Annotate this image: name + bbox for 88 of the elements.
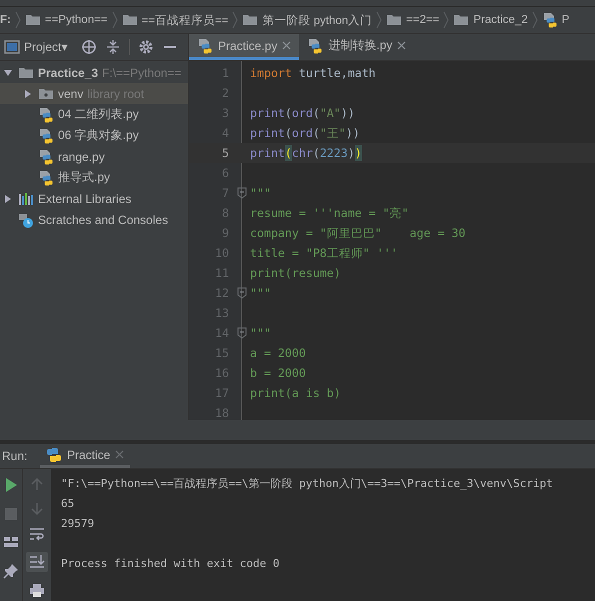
collapsed-arrow-icon[interactable] [3,194,13,204]
tree-item[interactable]: 04 二维列表.py [58,106,139,123]
chevron-icon [231,10,240,30]
code-line: """ [250,285,271,301]
breadcrumb-item[interactable]: ==百战程序员== [142,12,228,28]
python-file-icon [38,170,54,186]
code-line: a = 2000 [250,345,306,361]
tree-row[interactable]: range.py [0,146,188,167]
tree-item-hint: F:\==Python== [102,66,182,80]
pin-icon[interactable] [3,563,19,579]
code-line: print(resume) [250,265,341,281]
tree-row[interactable]: 06 字典对象.py [0,125,188,146]
editor-tab[interactable]: Practice.py [189,34,300,60]
tree-row[interactable]: 推导式.py [0,167,188,188]
breadcrumb-item[interactable]: ==Python== [44,14,108,26]
python-file-icon [197,38,213,54]
folder-icon [242,12,258,28]
breadcrumb-item[interactable]: F: [0,14,11,26]
breadcrumb-item[interactable]: 第一阶段 python入门 [262,12,372,28]
code-line: """ [250,325,271,341]
project-dropdown[interactable]: Project▾ [24,40,68,54]
code-line: company = "阿里巴巴" age = 30 [250,225,466,241]
tree-row[interactable]: External Libraries [0,188,188,209]
tree-row[interactable]: Practice_3 F:\==Python== [0,62,188,83]
tab-label[interactable]: 进制转换.py [328,37,392,54]
tab-label[interactable]: Practice.py [218,38,278,52]
run-label: Run: [1,449,28,463]
chevron-icon [375,10,384,30]
python-file-icon [307,38,324,54]
code-line: print(ord("A")) [250,105,355,121]
tree-row[interactable]: 04 二维列表.py [0,104,188,125]
folder-icon [386,12,402,28]
settings-icon[interactable] [138,39,154,55]
fold-marker-icon[interactable] [236,327,246,339]
python-file-icon [38,148,54,164]
chevron-icon [442,10,450,30]
collapse-icon[interactable] [105,39,122,55]
run-icon[interactable] [4,477,18,493]
chevron-icon [110,10,119,30]
project-window-icon[interactable] [4,39,20,55]
code-line: b = 2000 [250,365,306,381]
breadcrumb-item[interactable]: P [562,14,570,26]
run-tab[interactable]: Practice [40,444,130,468]
console-output-line: "F:\==Python==\==百战程序员==\第一阶段 python入门\==3==\Practice_3\venv\Script [61,476,553,490]
editor-tab[interactable]: 进制转换.py [299,34,414,60]
tree-item[interactable]: External Libraries [38,192,132,206]
python-file-icon [38,106,54,122]
soft-wrap-icon[interactable] [29,527,45,541]
folder-icon [122,12,138,28]
close-icon[interactable] [282,41,292,50]
console-output-line: 29579 [61,516,94,530]
collapsed-arrow-icon[interactable] [23,88,33,98]
code-line: print(a is b) [250,385,341,401]
code-line: import turtle,math [250,65,376,81]
close-icon[interactable] [397,41,406,50]
code-line: """ [250,185,271,201]
fold-marker-icon[interactable] [236,287,246,299]
breadcrumb-item[interactable]: Practice_2 [473,14,528,26]
tree-item[interactable]: Scratches and Consoles [38,212,168,226]
chevron-icon [530,10,539,30]
tree-item[interactable]: range.py [58,150,105,164]
python-file-icon [38,128,54,144]
tree-row[interactable]: Scratches and Consoles [0,209,188,230]
breadcrumb-item[interactable]: ==2== [406,14,440,26]
tree-item[interactable]: 06 字典对象.py [58,127,139,144]
print-icon[interactable] [29,583,45,597]
line-number: 5 [221,146,229,160]
code-line: resume = '''name = "亮" [250,205,409,221]
console-output-line: Process finished with exit code 0 [61,556,280,570]
tree-item[interactable]: venv [58,86,84,100]
scroll-to-end-icon[interactable] [26,552,48,572]
expanded-arrow-icon[interactable] [3,68,13,78]
folder-icon [24,12,41,28]
code-line: title = "P8工程师" ''' [250,245,398,261]
fold-marker-icon[interactable] [236,187,246,199]
libraries-icon [18,190,34,206]
layout-icon[interactable] [3,535,19,549]
tree-item[interactable]: 推导式.py [58,169,110,186]
python-file-icon [542,12,558,28]
crosshair-icon[interactable] [81,39,98,55]
console-output-line: 65 [61,496,74,510]
chevron-icon [14,10,22,30]
code-line: print(ord("王")) [250,125,360,141]
code-line: print(chr(2223)) [250,145,362,161]
tree-item[interactable]: Practice_3 [38,66,98,80]
scratches-icon [18,212,34,228]
python-icon [46,446,62,462]
folder-icon [453,12,470,28]
